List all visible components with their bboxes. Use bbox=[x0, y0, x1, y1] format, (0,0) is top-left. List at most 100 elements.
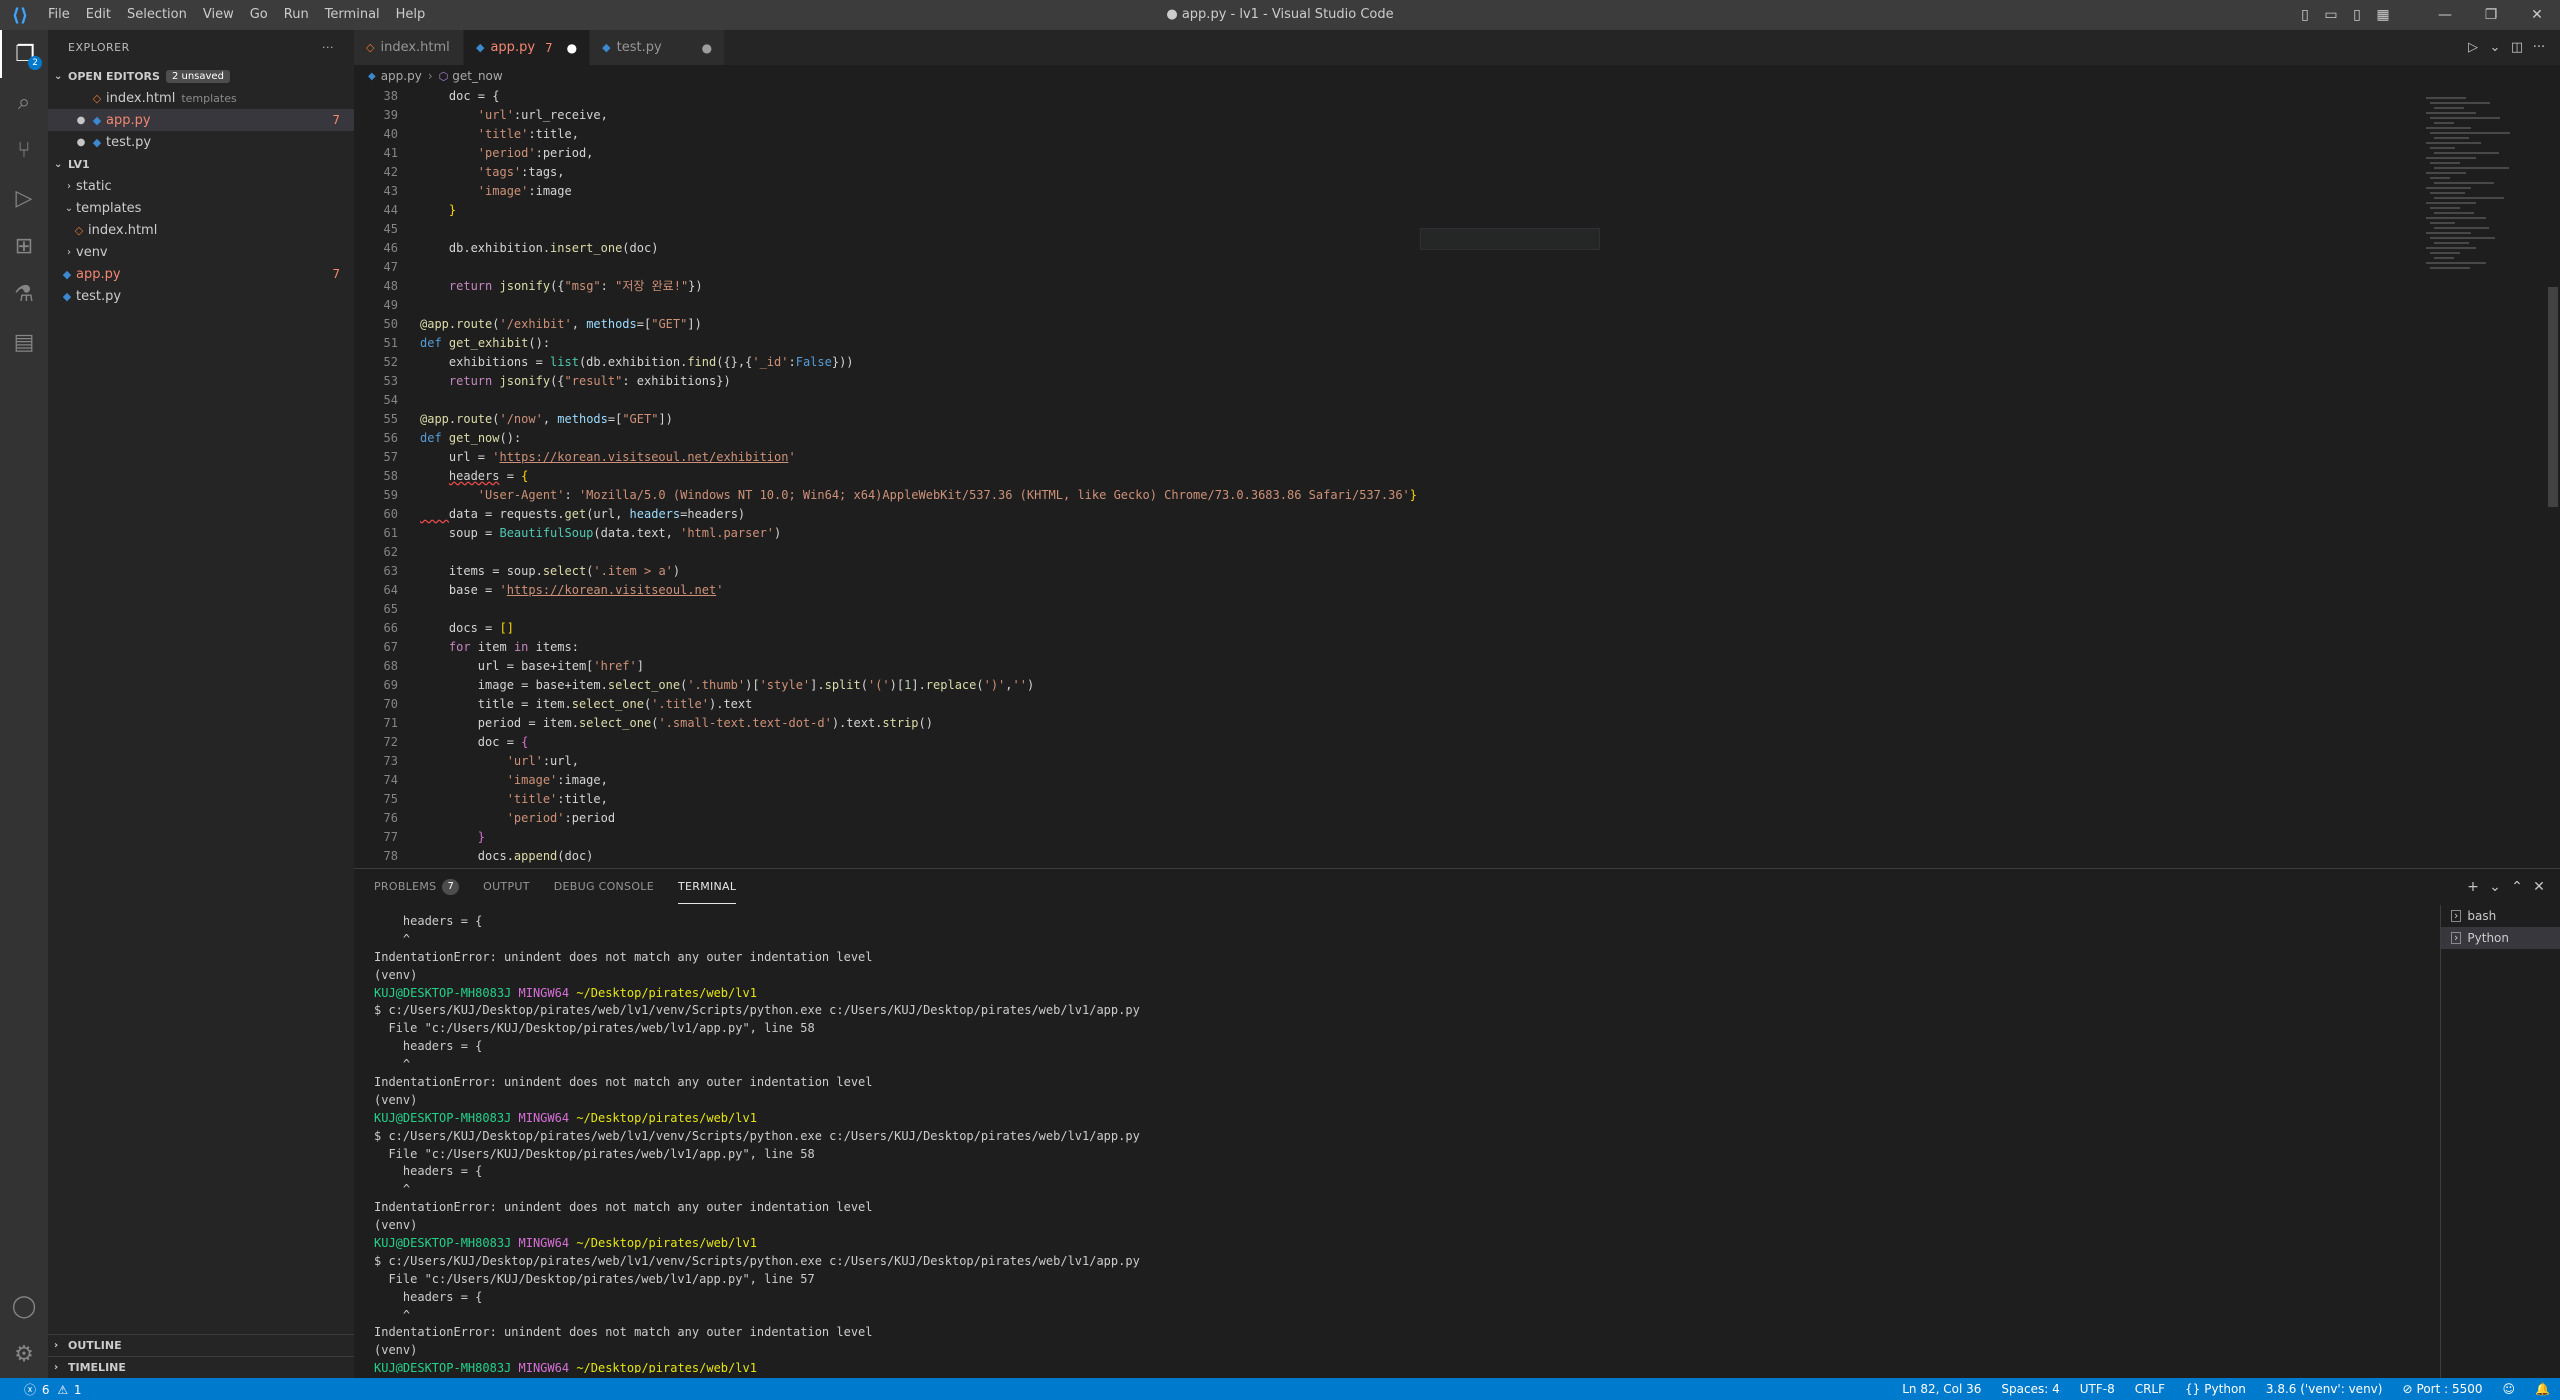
unsaved-dot-icon[interactable]: ● bbox=[74, 137, 88, 148]
menu-selection[interactable]: Selection bbox=[119, 0, 195, 30]
menu-file[interactable]: File bbox=[40, 0, 78, 30]
notifications-bell-icon[interactable]: 🔔 bbox=[2535, 1382, 2550, 1396]
terminal-item-bash[interactable]: › bash bbox=[2441, 905, 2560, 927]
terminal-item-python[interactable]: › Python bbox=[2441, 927, 2560, 949]
minimap-line bbox=[2426, 157, 2476, 159]
open-editor-test-py[interactable]: ● ◆ test.py bbox=[48, 131, 354, 153]
line-number: 78 bbox=[383, 849, 398, 863]
manage-gear-icon[interactable]: ⚙ bbox=[0, 1330, 48, 1378]
chevron-right-icon: › bbox=[67, 246, 71, 258]
outline-header[interactable]: › OUTLINE bbox=[48, 1334, 354, 1356]
minimap-line bbox=[2430, 237, 2495, 239]
tree-item-templates[interactable]: ⌄ templates bbox=[48, 197, 354, 219]
vertical-scrollbar[interactable] bbox=[2546, 87, 2560, 868]
line-number: 42 bbox=[383, 165, 398, 179]
line-number: 43 bbox=[383, 184, 398, 198]
port-label: Port : 5500 bbox=[2416, 1382, 2483, 1396]
breadcrumb-symbol[interactable]: get_now bbox=[452, 69, 502, 83]
indentation[interactable]: Spaces: 4 bbox=[2001, 1382, 2059, 1396]
line-number: 57 bbox=[383, 450, 398, 464]
toggle-secondary-sidebar-icon[interactable]: ▯ bbox=[2344, 7, 2370, 23]
warning-count: 1 bbox=[73, 1382, 82, 1397]
extensions-icon[interactable]: ⊞ bbox=[0, 222, 48, 270]
accounts-icon[interactable]: ◯ bbox=[0, 1282, 48, 1330]
testing-icon[interactable]: ⚗ bbox=[0, 270, 48, 318]
menu-run[interactable]: Run bbox=[276, 0, 317, 30]
explorer-icon[interactable]: ❐ 2 bbox=[0, 30, 48, 78]
restore-icon[interactable]: ❐ bbox=[2468, 7, 2514, 23]
search-icon[interactable]: ⌕ bbox=[0, 78, 48, 126]
problems-status[interactable]: ⓧ 6 ⚠ 1 bbox=[24, 1381, 82, 1398]
python-interpreter[interactable]: 3.8.6 ('venv': venv) bbox=[2266, 1382, 2383, 1396]
tree-item-static[interactable]: › static bbox=[48, 175, 354, 197]
remote-explorer-icon[interactable]: ▤ bbox=[0, 318, 48, 366]
open-editors-header[interactable]: ⌄ OPEN EDITORS 2 unsaved bbox=[48, 65, 354, 87]
more-actions-icon[interactable]: ··· bbox=[2528, 40, 2550, 55]
tab-terminal[interactable]: TERMINAL bbox=[677, 869, 737, 904]
breadcrumb-file[interactable]: app.py bbox=[381, 69, 422, 83]
unsaved-dot-icon[interactable]: ● bbox=[74, 115, 88, 126]
minimap-line bbox=[2430, 267, 2470, 269]
tab-problems[interactable]: PROBLEMS 7 bbox=[374, 869, 460, 904]
tree-item-venv[interactable]: › venv bbox=[48, 241, 354, 263]
more-actions-icon[interactable]: ··· bbox=[322, 41, 334, 54]
line-number: 64 bbox=[383, 583, 398, 597]
customize-layout-icon[interactable]: ▦ bbox=[2370, 7, 2396, 23]
chevron-down-icon[interactable]: ⌄ bbox=[2484, 40, 2506, 55]
unsaved-dot-icon[interactable]: ● bbox=[702, 41, 712, 55]
scrollbar-thumb[interactable] bbox=[2548, 287, 2558, 507]
menu-view[interactable]: View bbox=[195, 0, 242, 30]
tree-item-index-html[interactable]: ◇ index.html bbox=[48, 219, 354, 241]
timeline-header[interactable]: › TIMELINE bbox=[48, 1356, 354, 1378]
menu-help[interactable]: Help bbox=[388, 0, 434, 30]
menu-edit[interactable]: Edit bbox=[78, 0, 119, 30]
tab-debug-console[interactable]: DEBUG CONSOLE bbox=[554, 869, 654, 904]
tab-problem-count: 7 bbox=[545, 40, 553, 55]
chevron-down-icon[interactable]: ⌄ bbox=[2484, 879, 2506, 895]
tree-item-app-py[interactable]: ◆ app.py 7 bbox=[48, 263, 354, 285]
tab-test-py[interactable]: ◆ test.py ● bbox=[590, 30, 726, 65]
menu-go[interactable]: Go bbox=[242, 0, 276, 30]
folder-header[interactable]: ⌄ LV1 bbox=[48, 153, 354, 175]
cursor-position[interactable]: Ln 82, Col 36 bbox=[1902, 1382, 1981, 1396]
live-server-port[interactable]: ⊘ Port : 5500 bbox=[2402, 1382, 2482, 1396]
run-python-icon[interactable]: ▷ bbox=[2462, 40, 2484, 55]
new-terminal-icon[interactable]: + bbox=[2462, 879, 2484, 895]
minimize-icon[interactable]: — bbox=[2422, 7, 2468, 23]
prompt-path: ~/Desktop/pirates/web/lv1 bbox=[576, 1110, 757, 1125]
encoding[interactable]: UTF-8 bbox=[2080, 1382, 2115, 1396]
code-line: 'url':url_receive, bbox=[477, 108, 608, 122]
line-ending[interactable]: CRLF bbox=[2135, 1382, 2165, 1396]
line-number: 38 bbox=[383, 89, 398, 103]
explorer-badge: 2 bbox=[28, 56, 42, 70]
python-file-icon: ◆ bbox=[92, 135, 102, 149]
minimap[interactable] bbox=[2426, 87, 2546, 868]
toggle-sidebar-icon[interactable]: ▯ bbox=[2292, 7, 2318, 23]
chevron-down-icon: ⌄ bbox=[54, 158, 63, 170]
terminal-list: › bash › Python bbox=[2440, 905, 2560, 1379]
language-mode[interactable]: {} Python bbox=[2185, 1382, 2246, 1396]
tree-item-test-py[interactable]: ◆ test.py bbox=[48, 285, 354, 307]
open-editor-app-py[interactable]: ● ◆ app.py 7 bbox=[48, 109, 354, 131]
close-window-icon[interactable]: ✕ bbox=[2514, 7, 2560, 23]
toggle-panel-icon[interactable]: ▭ bbox=[2318, 7, 2344, 23]
tab-index-html[interactable]: ◇ index.html bbox=[354, 30, 464, 65]
run-debug-icon[interactable]: ▷ bbox=[0, 174, 48, 222]
maximize-panel-icon[interactable]: ⌃ bbox=[2506, 879, 2528, 895]
unsaved-dot-icon[interactable]: ● bbox=[567, 41, 577, 55]
minimap-line bbox=[2434, 197, 2504, 199]
open-editor-index-html[interactable]: ◇ index.html templates bbox=[48, 87, 354, 109]
language-label: Python bbox=[2204, 1382, 2246, 1396]
minimap-line bbox=[2434, 242, 2469, 244]
tab-app-py[interactable]: ◆ app.py 7 ● bbox=[464, 30, 591, 65]
source-control-icon[interactable]: ⑂ bbox=[0, 126, 48, 174]
close-panel-icon[interactable]: ✕ bbox=[2528, 879, 2550, 895]
code-line: url = 'https://korean.visitseoul.net/exh… bbox=[420, 450, 796, 464]
feedback-icon[interactable]: ☺ bbox=[2503, 1382, 2516, 1396]
menu-terminal[interactable]: Terminal bbox=[317, 0, 388, 30]
terminal-output[interactable]: headers = { ^ IndentationError: unindent … bbox=[374, 913, 2374, 1373]
tab-output[interactable]: OUTPUT bbox=[483, 869, 530, 904]
terminal-icon: › bbox=[2451, 910, 2462, 922]
split-editor-icon[interactable]: ◫ bbox=[2506, 40, 2528, 55]
code-editor[interactable]: 38 39 40 41 42 43 44 45 46 47 48 49 50 51 52 53 54 55 56 57… bbox=[354, 87, 2560, 868]
